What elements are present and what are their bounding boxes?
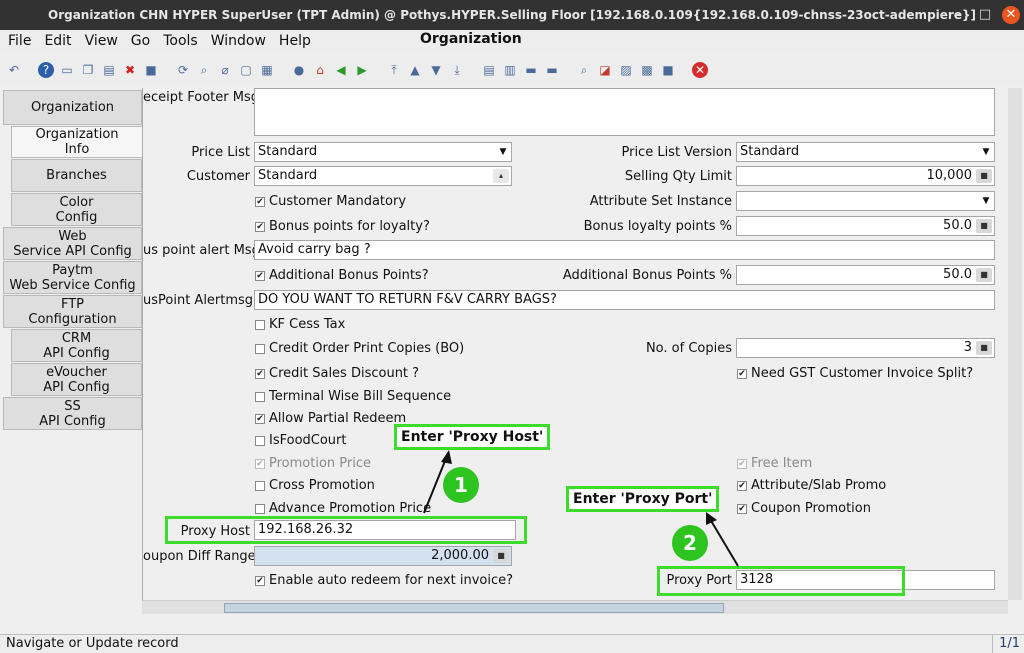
callout-proxy-port: Enter 'Proxy Port': [566, 486, 720, 512]
arrow-line-2: [709, 518, 739, 567]
arrow-head-1: [441, 450, 452, 464]
step-badge-1: 1: [443, 467, 479, 503]
step-badge-2: 2: [672, 525, 708, 561]
callout-proxy-host: Enter 'Proxy Host': [394, 424, 551, 450]
status-bar: Navigate or Update record 1/1: [0, 634, 1024, 653]
status-message: Navigate or Update record: [6, 636, 179, 651]
annotation-arrows: [423, 450, 739, 567]
record-indicator[interactable]: 1/1: [992, 635, 1020, 653]
